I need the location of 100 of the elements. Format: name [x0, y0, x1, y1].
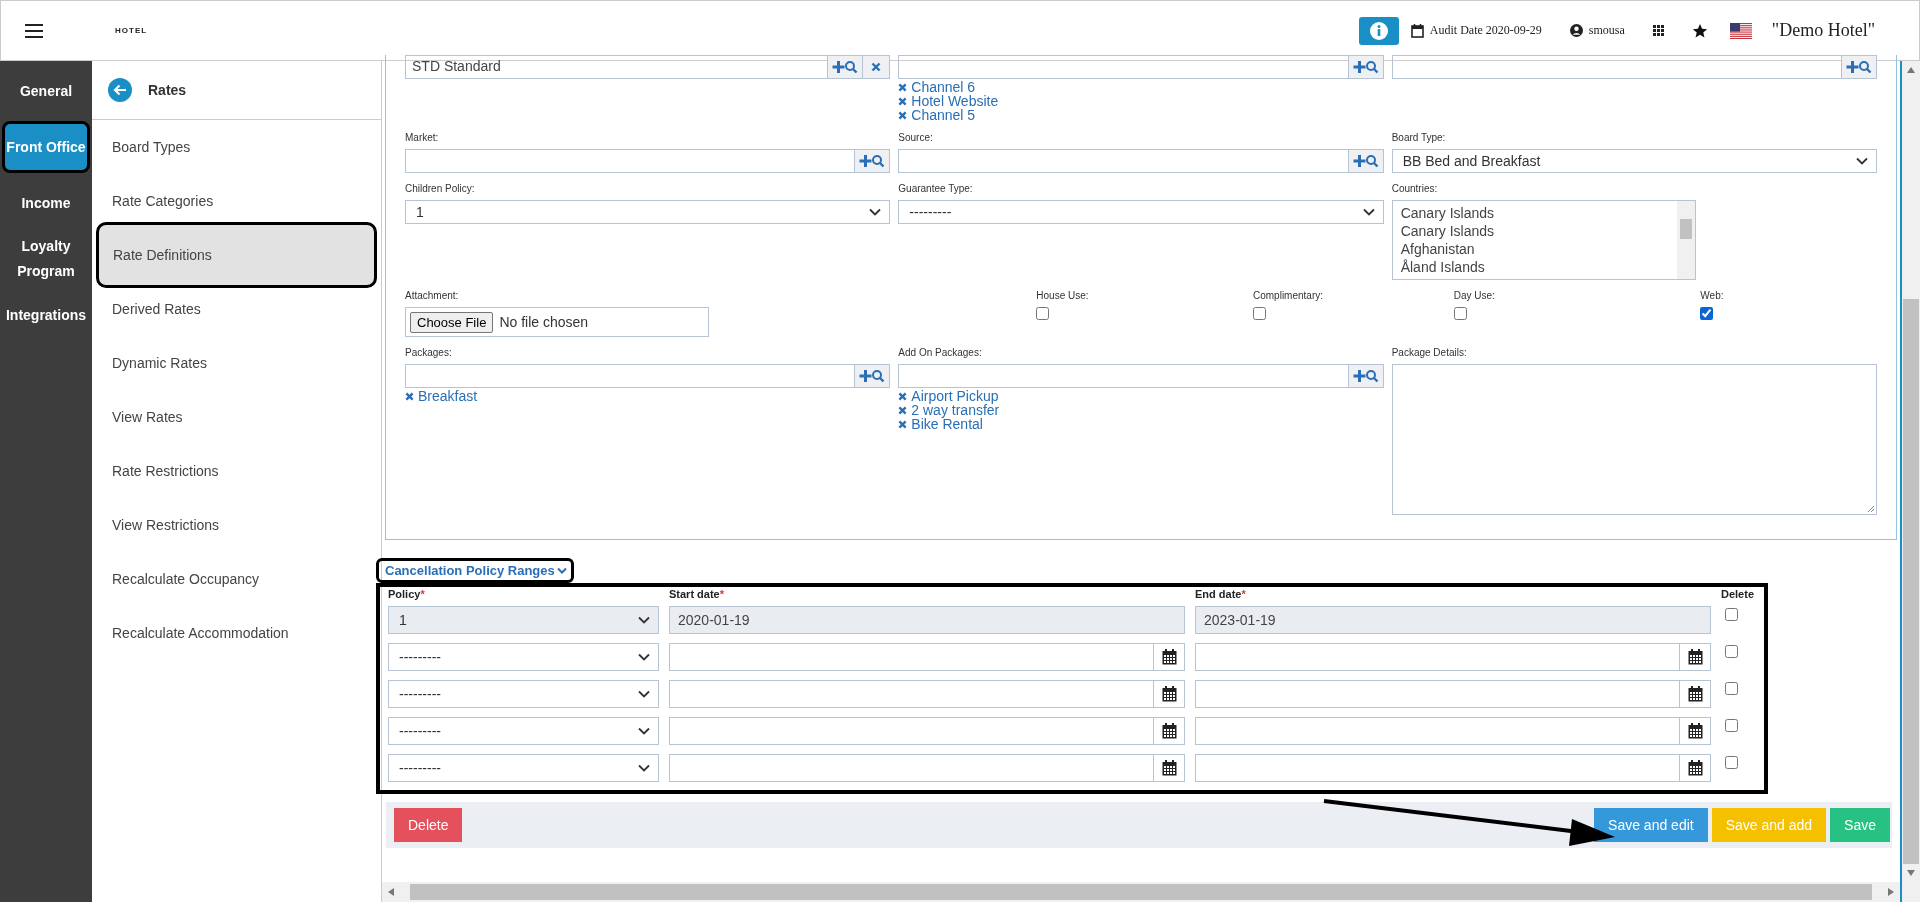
calendar-icon[interactable]: [1161, 759, 1177, 776]
tag-link[interactable]: Hotel Website: [898, 94, 1384, 108]
scrollbar[interactable]: [382, 882, 1900, 902]
remove-icon[interactable]: [898, 110, 908, 120]
nav-item[interactable]: Integrations: [2, 289, 90, 341]
remove-icon[interactable]: [898, 96, 908, 106]
hotel-name[interactable]: "Demo Hotel": [1771, 20, 1875, 41]
add-search-button[interactable]: [854, 150, 890, 172]
user-name[interactable]: smousa: [1588, 23, 1625, 38]
submenu-item[interactable]: Rate Definitions: [96, 222, 377, 288]
lookup-field[interactable]: [405, 364, 891, 388]
policy-select[interactable]: ---------: [388, 679, 659, 708]
calendar-icon[interactable]: [1687, 685, 1703, 702]
submenu-item[interactable]: View Rates: [92, 390, 381, 444]
file-field[interactable]: Choose File No file chosen: [405, 307, 709, 337]
submenu-item[interactable]: Dynamic Rates: [92, 336, 381, 390]
lookup-field[interactable]: [898, 149, 1384, 173]
date-field[interactable]: 2020-01-19: [669, 605, 1185, 634]
date-field[interactable]: [1195, 642, 1711, 671]
policy-select[interactable]: ---------: [388, 716, 659, 745]
remove-icon[interactable]: [898, 419, 908, 429]
add-search-button[interactable]: [1841, 56, 1876, 78]
section-toggle[interactable]: Cancellation Policy Ranges: [376, 558, 574, 583]
tag-link[interactable]: 2 way transfer: [898, 403, 1384, 417]
scrollbar[interactable]: [1900, 61, 1920, 902]
choose-file-button[interactable]: Choose File: [410, 311, 494, 333]
submenu-item[interactable]: Board Types: [92, 120, 381, 174]
tag-link[interactable]: Breakfast: [405, 389, 891, 403]
policy-select[interactable]: ---------: [388, 753, 659, 782]
checkbox[interactable]: [1725, 645, 1738, 658]
tag-link[interactable]: Airport Pickup: [898, 389, 1384, 403]
logo[interactable]: HOTEL: [115, 26, 148, 35]
clear-button[interactable]: [862, 56, 890, 78]
nav-item[interactable]: Loyalty Program: [2, 233, 90, 285]
scroll-down-icon[interactable]: [1907, 870, 1915, 876]
select-field[interactable]: BB Bed and Breakfast: [1391, 149, 1877, 173]
date-field[interactable]: [1195, 679, 1711, 708]
lookup-field[interactable]: STD Standard: [405, 55, 891, 79]
tag-link[interactable]: Bike Rental: [898, 417, 1384, 431]
list-box[interactable]: Canary Islands Canary Islands Afghanistan Åland Islands: [1391, 200, 1696, 280]
submenu-item[interactable]: Rate Restrictions: [92, 444, 381, 498]
remove-icon[interactable]: [898, 391, 908, 401]
list-option[interactable]: Afghanistan: [1400, 240, 1669, 258]
calendar-icon[interactable]: [1161, 722, 1177, 739]
checkbox[interactable]: [1725, 719, 1738, 732]
calendar-icon[interactable]: [1161, 685, 1177, 702]
policy-select[interactable]: 1: [388, 605, 659, 634]
select-field[interactable]: ---------: [898, 200, 1384, 224]
apps-icon[interactable]: [1652, 25, 1664, 36]
checkbox[interactable]: [1725, 756, 1738, 769]
calendar-icon[interactable]: [1687, 759, 1703, 776]
remove-icon[interactable]: [405, 391, 414, 401]
remove-icon[interactable]: [898, 82, 908, 92]
nav-item[interactable]: Front Office: [2, 121, 90, 173]
tag-link[interactable]: Channel 5: [898, 108, 1384, 122]
date-field[interactable]: [1195, 753, 1711, 782]
submenu-item[interactable]: Recalculate Accommodation: [92, 606, 381, 660]
checkbox[interactable]: [1253, 307, 1266, 320]
checkbox[interactable]: [1700, 307, 1714, 320]
lookup-field[interactable]: [405, 149, 891, 173]
remove-icon[interactable]: [898, 405, 908, 415]
date-field[interactable]: [669, 679, 1185, 708]
calendar-icon[interactable]: [1687, 722, 1703, 739]
date-field[interactable]: [669, 716, 1185, 745]
list-option[interactable]: Åland Islands: [1400, 258, 1669, 276]
resize-handle-icon[interactable]: [1867, 505, 1875, 513]
lookup-field[interactable]: [898, 364, 1384, 388]
list-option[interactable]: Canary Islands: [1400, 204, 1669, 222]
policy-select[interactable]: ---------: [388, 642, 659, 671]
date-field[interactable]: [1195, 716, 1711, 745]
select-field[interactable]: 1: [405, 200, 891, 224]
calendar-icon[interactable]: [1687, 648, 1703, 665]
scroll-up-icon[interactable]: [1907, 67, 1915, 73]
checkbox[interactable]: [1725, 608, 1738, 621]
lookup-field[interactable]: [1391, 55, 1877, 79]
nav-item[interactable]: General: [2, 65, 90, 117]
flag-icon[interactable]: [1729, 22, 1752, 39]
list-option[interactable]: Canary Islands: [1400, 222, 1669, 240]
add-search-button[interactable]: [1347, 150, 1383, 172]
checkbox[interactable]: [1453, 307, 1467, 320]
checkbox[interactable]: [1725, 682, 1738, 695]
submenu-item[interactable]: View Restrictions: [92, 498, 381, 552]
checkbox[interactable]: [1036, 307, 1050, 320]
delete-button[interactable]: Delete: [394, 808, 463, 842]
nav-item[interactable]: Income: [2, 177, 90, 229]
date-field[interactable]: [669, 642, 1185, 671]
star-icon[interactable]: [1691, 22, 1708, 39]
add-search-button[interactable]: [854, 365, 890, 387]
add-search-button[interactable]: [827, 56, 863, 78]
menu-icon[interactable]: [25, 23, 43, 38]
scroll-left-icon[interactable]: [388, 888, 394, 896]
tag-link[interactable]: Channel 6: [898, 80, 1384, 94]
calendar-icon[interactable]: [1161, 648, 1177, 665]
date-field[interactable]: 2023-01-19: [1195, 605, 1711, 634]
scroll-right-icon[interactable]: [1888, 888, 1894, 896]
info-button[interactable]: [1358, 16, 1399, 45]
scrollbar[interactable]: [1676, 201, 1695, 279]
add-search-button[interactable]: [1347, 56, 1383, 78]
date-field[interactable]: [669, 753, 1185, 782]
lookup-field[interactable]: [898, 55, 1384, 79]
